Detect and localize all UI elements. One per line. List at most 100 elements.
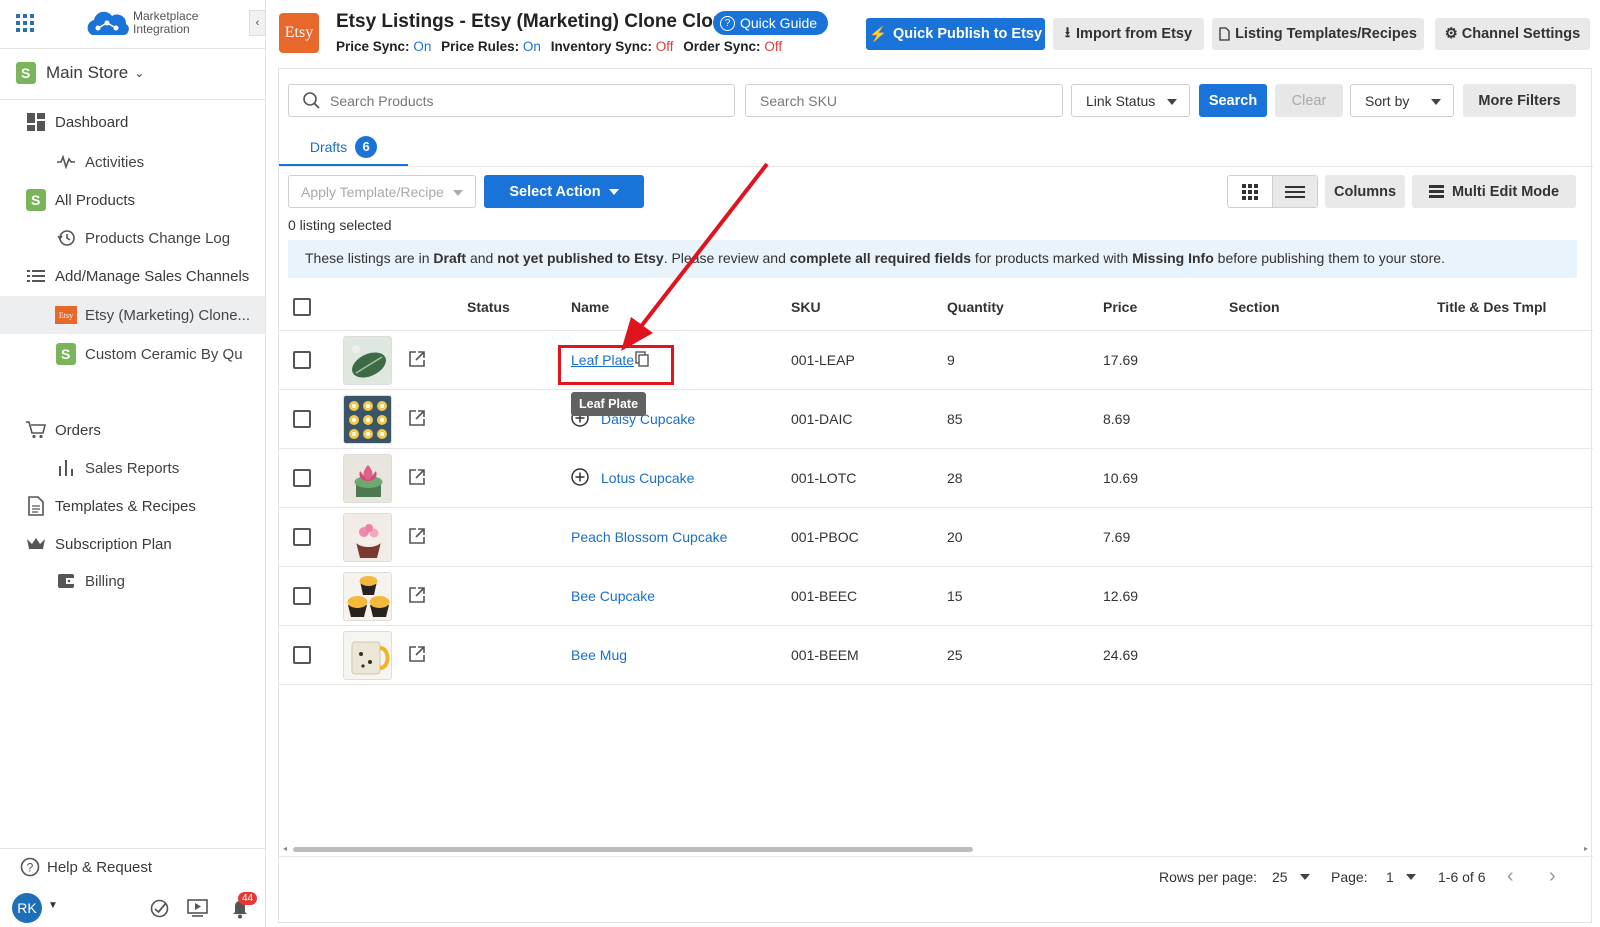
crown-icon <box>25 533 47 555</box>
column-header-quantity[interactable]: Quantity <box>947 299 1004 315</box>
caret-down-icon[interactable]: ▼ <box>48 900 58 911</box>
open-external-icon[interactable] <box>408 527 426 545</box>
previous-page-icon[interactable]: ‹ <box>1507 865 1514 888</box>
select-all-checkbox[interactable] <box>293 298 311 316</box>
row-checkbox[interactable] <box>293 410 311 428</box>
price-cell: 12.69 <box>1103 588 1139 604</box>
apply-template-select[interactable]: Apply Template/Recipe <box>288 175 476 208</box>
price-cell: 10.69 <box>1103 470 1139 486</box>
view-toggle <box>1227 175 1318 208</box>
column-header-price[interactable]: Price <box>1103 299 1137 315</box>
brand-cloud-logo <box>84 9 130 37</box>
column-header-sku[interactable]: SKU <box>791 299 821 315</box>
channel-settings-button[interactable]: ⚙ Channel Settings <box>1435 18 1590 50</box>
quick-publish-label: Quick Publish to Etsy <box>893 26 1043 42</box>
sidebar-item-custom-ceramic[interactable]: Custom Ceramic By Qu <box>0 337 265 371</box>
sidebar-item-subscription-plan[interactable]: Subscription Plan <box>0 527 265 561</box>
row-checkbox[interactable] <box>293 587 311 605</box>
search-products-input[interactable]: Search Products <box>288 84 735 117</box>
sidebar-item-activities[interactable]: Activities <box>0 145 265 179</box>
avatar[interactable]: RK <box>12 893 42 923</box>
open-external-icon[interactable] <box>408 409 426 427</box>
grid-view-icon[interactable] <box>1228 176 1273 207</box>
wallet-icon <box>55 570 77 592</box>
sidebar-item-templates[interactable]: Templates & Recipes <box>0 489 265 523</box>
table-header: Status Name SKU Quantity Price Section T… <box>279 283 1593 331</box>
caret-down-icon <box>1299 874 1310 880</box>
row-checkbox[interactable] <box>293 528 311 546</box>
list-view-icon[interactable] <box>1273 176 1317 207</box>
sidebar-item-label: Sales Reports <box>85 459 180 477</box>
rows-per-page-label: Rows per page: <box>1159 869 1258 885</box>
product-name-link[interactable]: Lotus Cupcake <box>601 470 694 486</box>
sidebar-item-billing[interactable]: Billing <box>0 564 265 598</box>
column-header-title-des-tmpl[interactable]: Title & Des Tmpl <box>1437 299 1546 315</box>
tab-drafts[interactable]: Drafts 6 <box>279 129 408 166</box>
product-name-link[interactable]: Peach Blossom Cupcake <box>571 529 727 545</box>
row-checkbox[interactable] <box>293 351 311 369</box>
sidebar-item-all-products[interactable]: All Products <box>0 183 265 217</box>
column-header-status[interactable]: Status <box>467 299 510 315</box>
column-header-name[interactable]: Name <box>571 299 609 315</box>
sidebar-item-orders[interactable]: Orders <box>0 413 265 447</box>
product-thumbnail-lotus-cupcake <box>343 454 392 503</box>
check-circle-icon[interactable] <box>150 899 169 918</box>
import-from-etsy-button[interactable]: ⭳ Import from Etsy <box>1053 18 1204 50</box>
sku-cell: 001-BEEM <box>791 647 859 663</box>
sidebar-item-sales-reports[interactable]: Sales Reports <box>0 451 265 485</box>
quick-guide-button[interactable]: ? Quick Guide <box>713 11 829 35</box>
brand-name-line2: Integration <box>133 22 190 36</box>
rows-per-page-select[interactable]: 25 <box>1272 869 1310 885</box>
product-thumbnail-bee-cupcake <box>343 572 392 621</box>
link-status-select[interactable]: Link Status <box>1071 84 1190 117</box>
apps-grid-icon[interactable] <box>16 14 34 32</box>
open-external-icon[interactable] <box>408 645 426 663</box>
inventory-sync-value: Off <box>655 39 674 54</box>
sort-by-select[interactable]: Sort by <box>1350 84 1454 117</box>
search-button[interactable]: Search <box>1199 84 1267 117</box>
page-range: 1-6 of 6 <box>1438 869 1486 885</box>
row-checkbox[interactable] <box>293 469 311 487</box>
scroll-right-arrow-icon[interactable]: ▸ <box>1584 844 1588 853</box>
tab-drafts-label: Drafts <box>309 138 348 155</box>
listing-templates-button[interactable]: Listing Templates/Recipes <box>1212 18 1424 50</box>
video-icon[interactable] <box>187 899 208 917</box>
svg-text:?: ? <box>27 861 34 875</box>
more-filters-button[interactable]: More Filters <box>1463 84 1576 117</box>
quick-publish-button[interactable]: ⚡ Quick Publish to Etsy <box>866 18 1045 50</box>
row-checkbox[interactable] <box>293 646 311 664</box>
gear-icon: ⚙ <box>1444 26 1458 42</box>
store-name: Main Store <box>46 63 129 82</box>
sidebar-item-etsy-clone[interactable]: Etsy Etsy (Marketing) Clone... <box>0 296 265 334</box>
multi-edit-mode-button[interactable]: Multi Edit Mode <box>1412 175 1576 208</box>
sku-cell: 001-LEAP <box>791 352 855 368</box>
collapse-sidebar-button[interactable]: ‹ <box>249 10 266 36</box>
sidebar-item-dashboard[interactable]: Dashboard <box>0 105 265 139</box>
product-name-link[interactable]: Bee Mug <box>571 647 627 663</box>
help-request-link[interactable]: ? Help & Request <box>20 857 152 877</box>
horizontal-scrollbar[interactable]: ◂ ▸ <box>283 844 1588 854</box>
scroll-left-arrow-icon[interactable]: ◂ <box>283 844 287 853</box>
store-selector[interactable]: Main Store ⌄ <box>16 62 144 84</box>
next-page-icon[interactable]: › <box>1549 865 1556 888</box>
page-select[interactable]: 1 <box>1386 869 1416 885</box>
add-circle-icon[interactable] <box>571 468 589 486</box>
search-products-placeholder: Search Products <box>330 92 434 109</box>
product-thumbnail-peach-blossom-cupcake <box>343 513 392 562</box>
selected-count: 0 listing selected <box>288 217 392 233</box>
brand-name: Marketplace Integration <box>133 10 198 36</box>
open-external-icon[interactable] <box>408 350 426 368</box>
scrollbar-thumb[interactable] <box>293 847 973 852</box>
quick-guide-label: Quick Guide <box>740 15 818 31</box>
annotation-arrow <box>621 162 769 351</box>
columns-button[interactable]: Columns <box>1325 175 1405 208</box>
clear-button[interactable]: Clear <box>1275 84 1343 117</box>
sidebar-item-products-change-log[interactable]: Products Change Log <box>0 221 265 255</box>
product-name-link[interactable]: Bee Cupcake <box>571 588 655 604</box>
open-external-icon[interactable] <box>408 586 426 604</box>
sidebar-item-sales-channels[interactable]: Add/Manage Sales Channels <box>0 259 265 293</box>
open-external-icon[interactable] <box>408 468 426 486</box>
column-header-section[interactable]: Section <box>1229 299 1280 315</box>
search-sku-input[interactable]: Search SKU <box>745 84 1063 117</box>
sku-cell: 001-LOTC <box>791 470 857 486</box>
